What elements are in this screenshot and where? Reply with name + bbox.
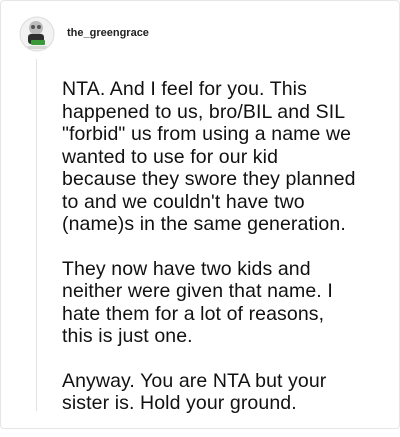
post-card: the_greengrace NTA. And I feel for you. …: [0, 0, 400, 429]
post-paragraph: They now have two kids and neither were …: [62, 257, 333, 348]
post-header: the_greengrace: [19, 15, 149, 53]
thread-divider: [36, 59, 37, 411]
post-paragraph: NTA. And I feel for you. This happened t…: [62, 78, 356, 235]
post-body: NTA. And I feel for you. This happened t…: [62, 78, 392, 437]
username[interactable]: the_greengrace: [67, 27, 149, 39]
tumblr-avatar-icon[interactable]: [19, 16, 55, 52]
post-paragraph: Anyway. You are NTA but your sister is. …: [62, 369, 327, 415]
